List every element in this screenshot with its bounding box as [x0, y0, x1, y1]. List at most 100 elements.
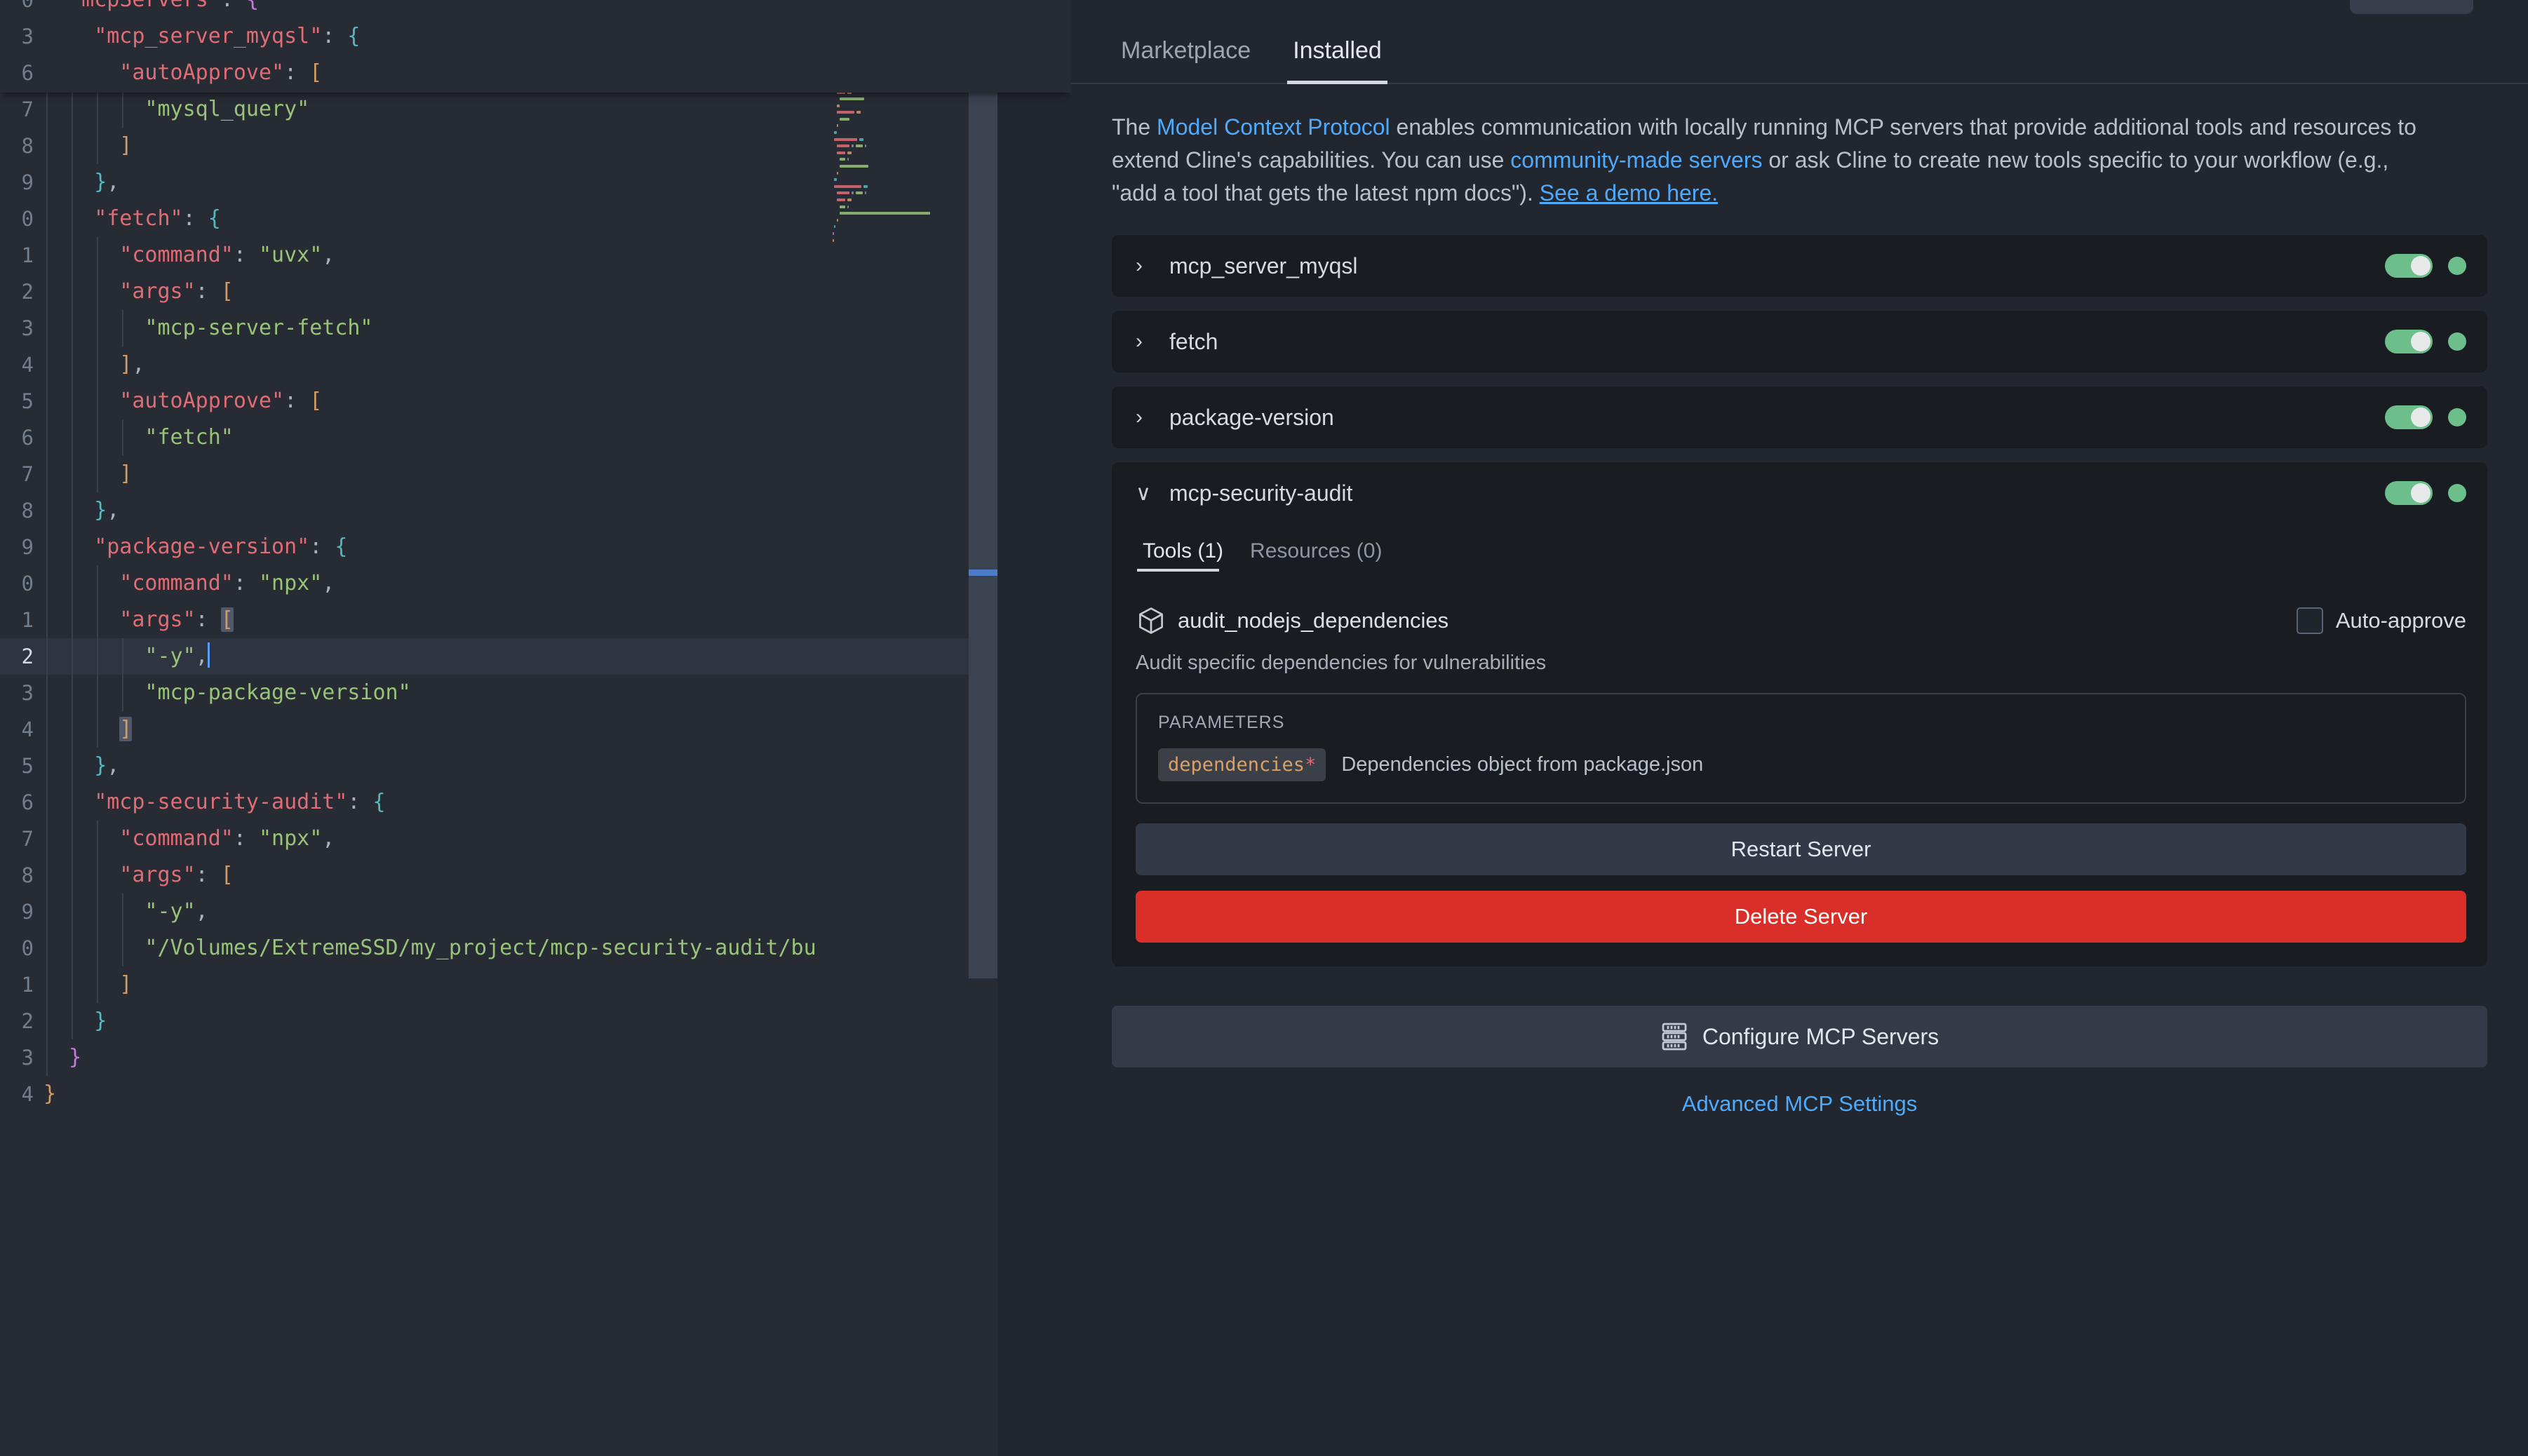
- minimap-line: [833, 176, 969, 183]
- auto-approve-checkbox[interactable]: [2297, 607, 2323, 634]
- parameter-key-badge: dependencies*: [1158, 748, 1326, 781]
- server-enable-toggle[interactable]: [2385, 405, 2433, 429]
- auto-approve-label: Auto-approve: [2336, 608, 2466, 633]
- scrollbar-thumb[interactable]: [969, 0, 997, 978]
- auto-approve-control[interactable]: Auto-approve: [2297, 607, 2466, 634]
- parameter-description: Dependencies object from package.json: [1341, 753, 1703, 776]
- line-number: 6: [0, 784, 43, 821]
- parameters-title: PARAMETERS: [1158, 713, 2444, 733]
- line-number: 2: [0, 638, 43, 675]
- editor-minimap[interactable]: [828, 0, 969, 1456]
- tool-row: audit_nodejs_dependencies Auto-approve: [1136, 605, 2466, 636]
- line-number: 8: [0, 128, 43, 164]
- server-enable-toggle[interactable]: [2385, 481, 2433, 505]
- line-number: 8: [0, 492, 43, 529]
- server-status-dot: [2448, 408, 2466, 426]
- line-number: 0: [0, 201, 43, 237]
- server-list: › mcp_server_myqsl › fetch ›: [1071, 210, 2528, 966]
- line-number: 9: [0, 529, 43, 565]
- advanced-mcp-settings-link[interactable]: Advanced MCP Settings: [1112, 1091, 2487, 1117]
- configure-mcp-servers-label: Configure MCP Servers: [1702, 1024, 1939, 1050]
- parameter-required-marker: *: [1305, 754, 1316, 776]
- sticky-line: 3"mcp_server_myqsl": {: [0, 18, 1071, 55]
- server-card: › mcp_server_myqsl: [1112, 235, 2487, 297]
- minimap-line: [833, 116, 969, 123]
- minimap-line: [833, 170, 969, 177]
- tool-description: Audit specific dependencies for vulnerab…: [1136, 652, 2466, 675]
- server-enable-toggle[interactable]: [2385, 254, 2433, 278]
- code-line-text: "mcpServers": {: [43, 0, 1071, 18]
- code-line-text: "mcp_server_myqsl": {: [43, 18, 1071, 55]
- line-number: 3: [0, 18, 43, 55]
- server-name-label: mcp-security-audit: [1169, 480, 2385, 506]
- subtab-resources[interactable]: Resources (0): [1244, 532, 1387, 576]
- line-number: 3: [0, 1039, 43, 1076]
- model-context-protocol-link[interactable]: Model Context Protocol: [1157, 114, 1390, 140]
- server-rack-icon: [1660, 1021, 1688, 1052]
- minimap-line: [833, 190, 969, 197]
- server-name-label: fetch: [1169, 329, 2385, 355]
- app-root: 0"mcpServers": {3"mcp_server_myqsl": {6"…: [0, 0, 2528, 1456]
- subtab-resources-label: Resources (0): [1250, 539, 1382, 562]
- server-card: › fetch: [1112, 311, 2487, 372]
- line-number: 1: [0, 602, 43, 638]
- line-number: 4: [0, 1076, 43, 1112]
- delete-server-button[interactable]: Delete Server: [1136, 891, 2466, 943]
- line-number: 6: [0, 419, 43, 456]
- parameter-key-name: dependencies: [1168, 754, 1305, 776]
- server-card: › package-version: [1112, 386, 2487, 448]
- server-status-dot: [2448, 332, 2466, 351]
- server-header-fetch[interactable]: › fetch: [1112, 311, 2487, 372]
- restart-server-button[interactable]: Restart Server: [1136, 823, 2466, 875]
- line-number: 8: [0, 857, 43, 894]
- subtab-tools-label: Tools (1): [1143, 539, 1223, 562]
- line-number: 2: [0, 1003, 43, 1039]
- configure-mcp-servers-button[interactable]: Configure MCP Servers: [1112, 1006, 2487, 1067]
- server-header-mcp-security-audit[interactable]: ∨ mcp-security-audit: [1112, 462, 2487, 524]
- editor-scrollbar[interactable]: [969, 0, 997, 1456]
- delete-server-label: Delete Server: [1735, 904, 1868, 929]
- subtab-tools[interactable]: Tools (1): [1137, 532, 1229, 576]
- line-number: 5: [0, 383, 43, 419]
- server-card-expanded: ∨ mcp-security-audit Tools (1) Resources…: [1112, 462, 2487, 966]
- line-number: 5: [0, 748, 43, 784]
- tool-name-label: audit_nodejs_dependencies: [1178, 608, 2297, 633]
- line-number: 3: [0, 310, 43, 346]
- line-number: 7: [0, 821, 43, 857]
- line-number: 1: [0, 966, 43, 1003]
- scrollbar-cursor-marker: [969, 569, 997, 576]
- editor-right-edge: [997, 0, 1071, 1456]
- minimap-line: [833, 102, 969, 109]
- chevron-right-icon: ›: [1136, 254, 1159, 278]
- parameter-row: dependencies* Dependencies object from p…: [1158, 748, 2444, 781]
- code-editor-pane[interactable]: 0"mcpServers": {3"mcp_server_myqsl": {6"…: [0, 0, 1071, 1456]
- chevron-right-icon: ›: [1136, 330, 1159, 353]
- tab-marketplace-label: Marketplace: [1121, 37, 1251, 64]
- line-number: 4: [0, 346, 43, 383]
- line-number: 4: [0, 711, 43, 748]
- line-number: 7: [0, 456, 43, 492]
- minimap-line: [833, 203, 969, 210]
- server-header-package-version[interactable]: › package-version: [1112, 386, 2487, 448]
- tab-installed[interactable]: Installed: [1272, 37, 1403, 83]
- minimap-line: [833, 136, 969, 143]
- minimap-line: [833, 230, 969, 237]
- minimap-line: [833, 183, 969, 190]
- server-enable-toggle[interactable]: [2385, 330, 2433, 353]
- panel-header-button[interactable]: [2350, 0, 2473, 14]
- server-name-label: package-version: [1169, 405, 2385, 431]
- line-number: 7: [0, 91, 43, 128]
- restart-server-label: Restart Server: [1731, 837, 1871, 862]
- community-made-servers-link[interactable]: community-made servers: [1510, 147, 1762, 173]
- line-number: 9: [0, 894, 43, 930]
- panel-footer: Configure MCP Servers Advanced MCP Setti…: [1071, 980, 2528, 1117]
- server-header-mcp-server-myqsl[interactable]: › mcp_server_myqsl: [1112, 235, 2487, 297]
- minimap-line: [833, 210, 969, 217]
- sticky-scroll-header: 0"mcpServers": {3"mcp_server_myqsl": {6"…: [0, 0, 1071, 93]
- tab-marketplace[interactable]: Marketplace: [1100, 37, 1272, 83]
- sticky-line: 0"mcpServers": {: [0, 0, 1071, 18]
- panel-tabs: Marketplace Installed: [1071, 0, 2528, 84]
- minimap-line: [833, 149, 969, 156]
- see-demo-link[interactable]: See a demo here.: [1540, 180, 1718, 205]
- minimap-line: [833, 196, 969, 203]
